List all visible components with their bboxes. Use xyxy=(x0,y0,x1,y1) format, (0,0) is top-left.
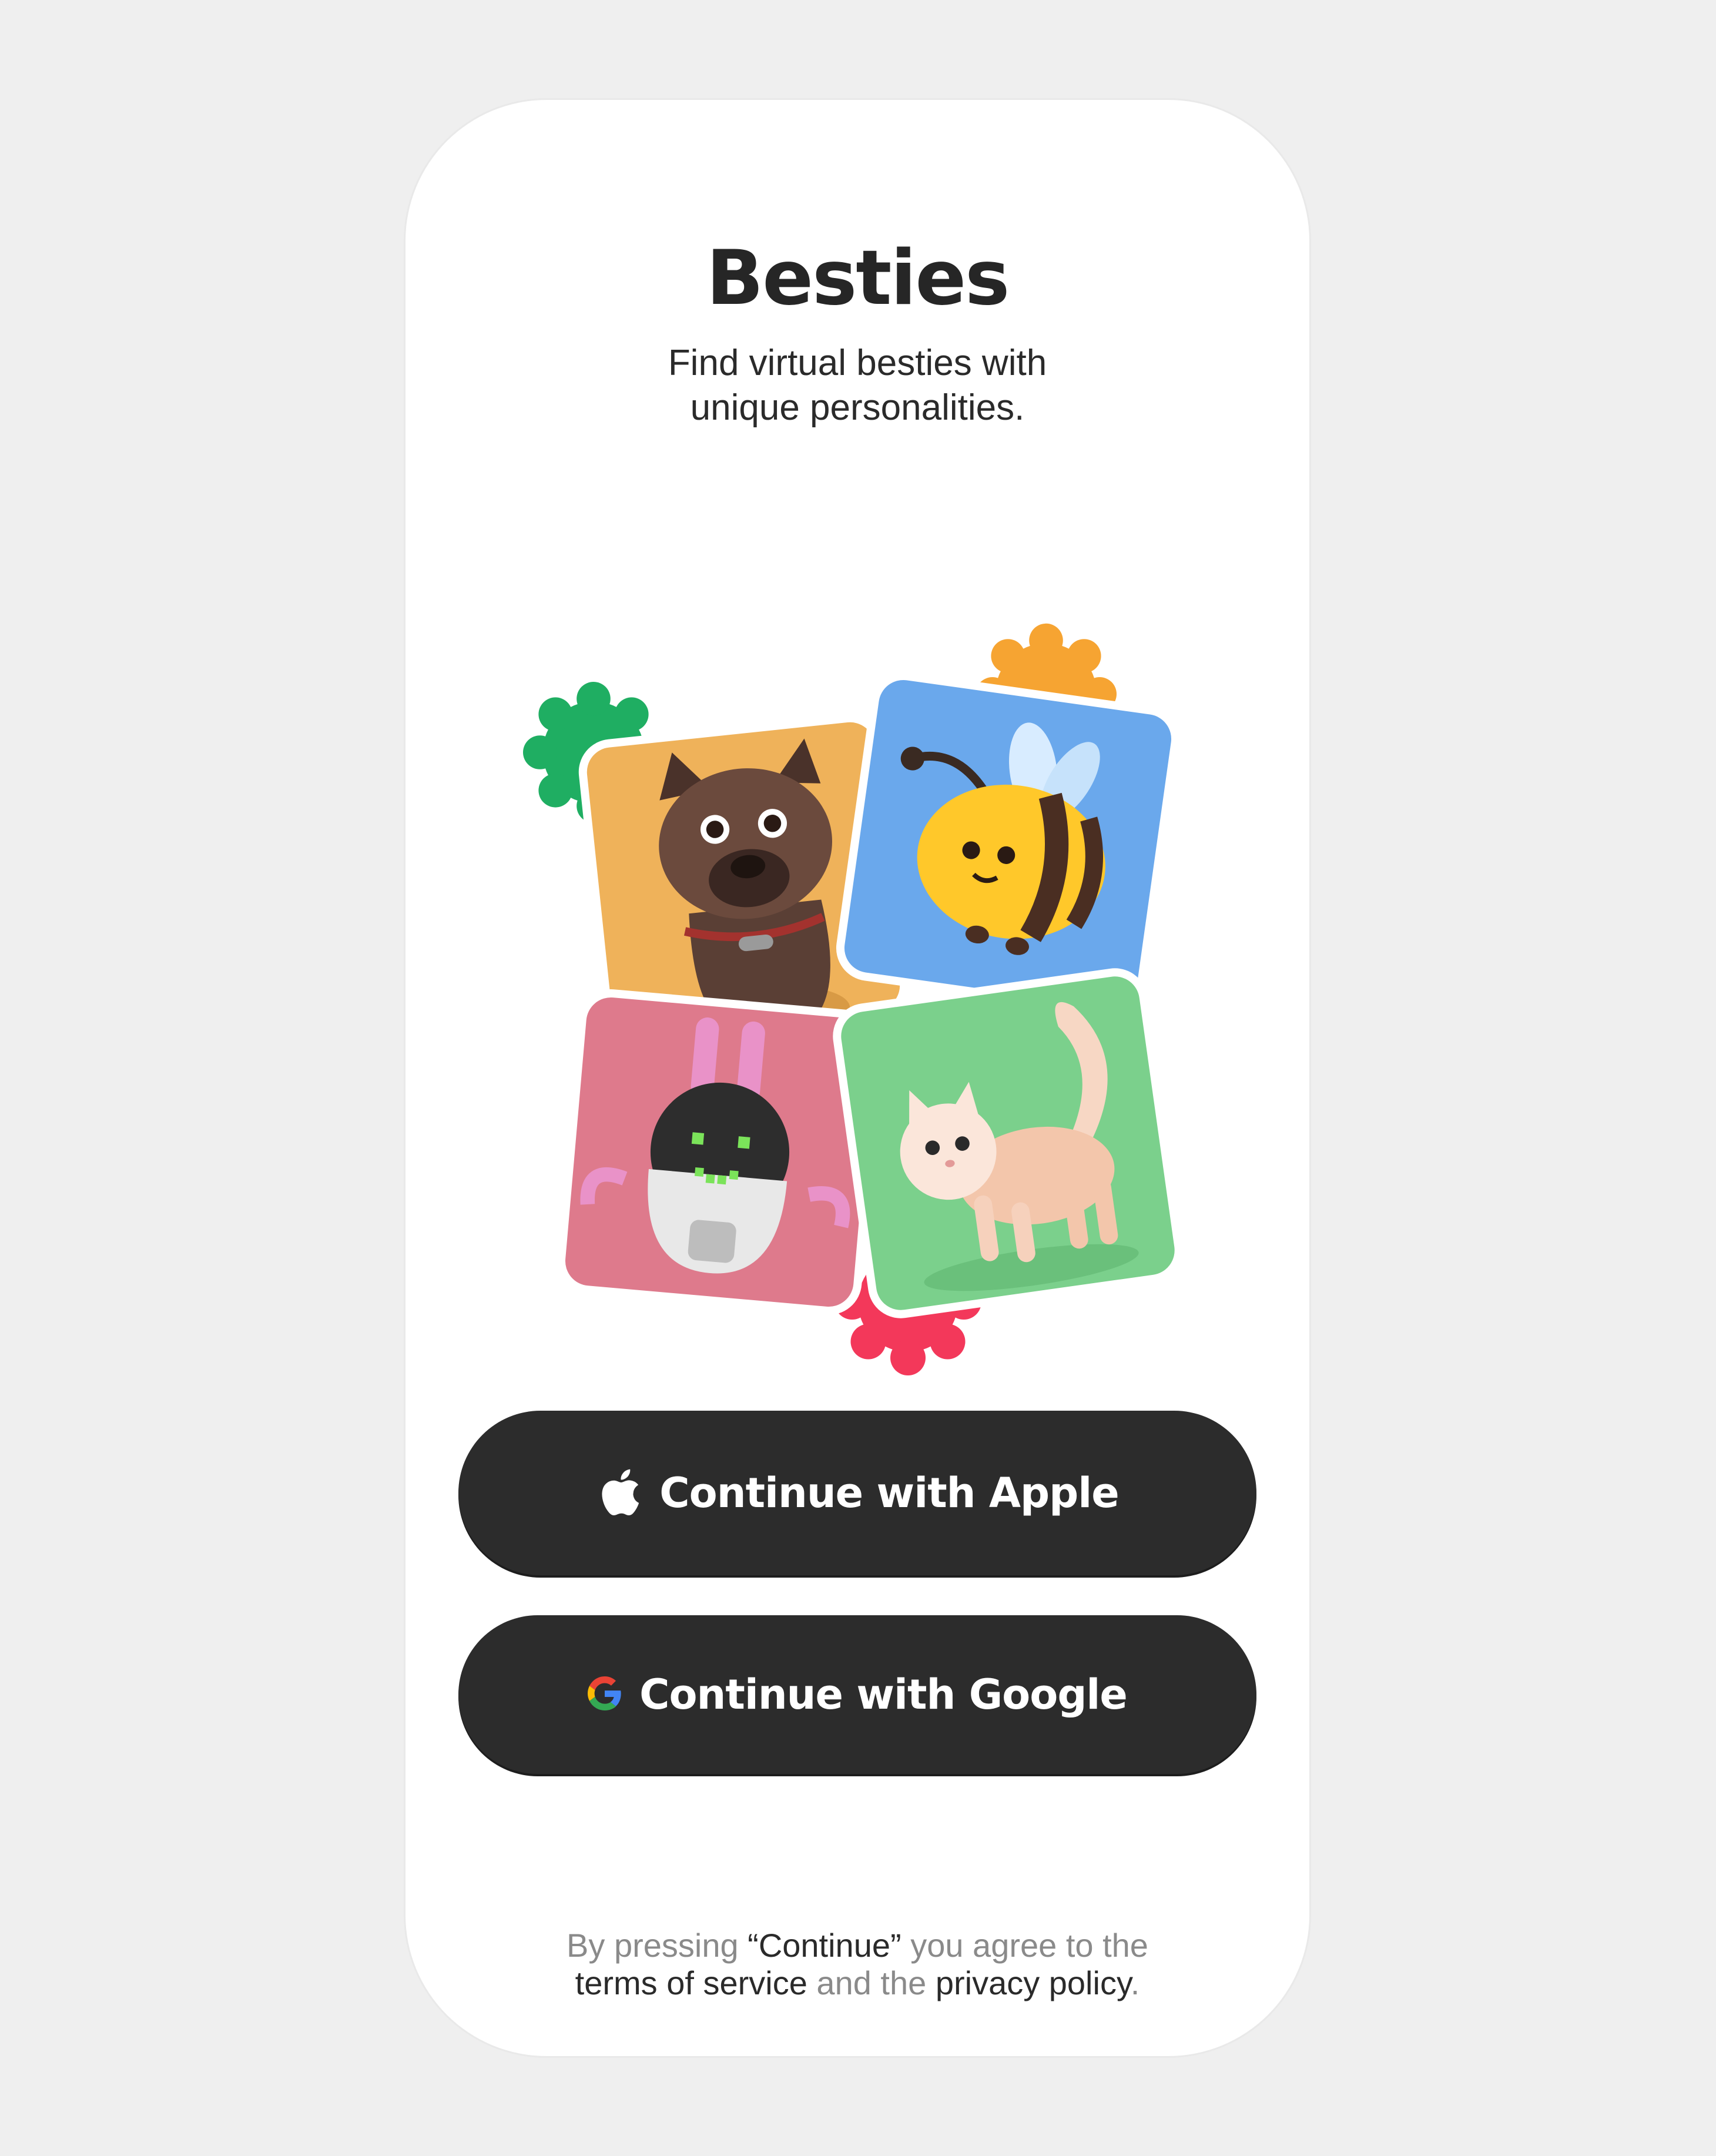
continue-with-apple-label: Continue with Apple xyxy=(659,1469,1119,1517)
legal-middle: you agree to the xyxy=(901,1927,1148,1964)
app-title: Besties xyxy=(706,235,1010,322)
legal-period: . xyxy=(1130,1964,1140,2001)
robot-bunny-illustration xyxy=(580,1017,850,1274)
legal-prefix: By pressing xyxy=(567,1927,748,1964)
app-subtitle: Find virtual besties with unique persona… xyxy=(405,341,1309,430)
continue-with-google-label: Continue with Google xyxy=(639,1670,1128,1719)
legal-line-2: terms of service and the privacy policy. xyxy=(405,1964,1309,2002)
bee-illustration xyxy=(900,722,1105,955)
google-icon xyxy=(588,1676,622,1713)
bee-bestie-tile[interactable] xyxy=(832,667,1184,1020)
terms-of-service-link[interactable]: terms of service xyxy=(575,1964,807,2001)
onboarding-screen: Besties Find virtual besties with unique… xyxy=(405,100,1309,2056)
legal-continue-word: “Continue” xyxy=(748,1927,901,1964)
legal-line-1: By pressing “Continue” you agree to the xyxy=(405,1927,1309,1964)
besties-collage xyxy=(523,511,1193,1381)
subtitle-line-2: unique personalities. xyxy=(690,387,1025,428)
continue-with-google-button[interactable]: Continue with Google xyxy=(458,1615,1256,1774)
cat-illustration xyxy=(900,1002,1139,1291)
privacy-policy-link[interactable]: privacy policy xyxy=(936,1964,1131,2001)
subtitle-line-1: Find virtual besties with xyxy=(668,343,1047,383)
apple-icon xyxy=(596,1465,642,1522)
legal-notice: By pressing “Continue” you agree to the … xyxy=(405,1927,1309,2002)
cat-bestie-tile[interactable] xyxy=(829,964,1187,1323)
continue-with-apple-button[interactable]: Continue with Apple xyxy=(458,1411,1256,1575)
legal-and: and the xyxy=(807,1964,936,2001)
